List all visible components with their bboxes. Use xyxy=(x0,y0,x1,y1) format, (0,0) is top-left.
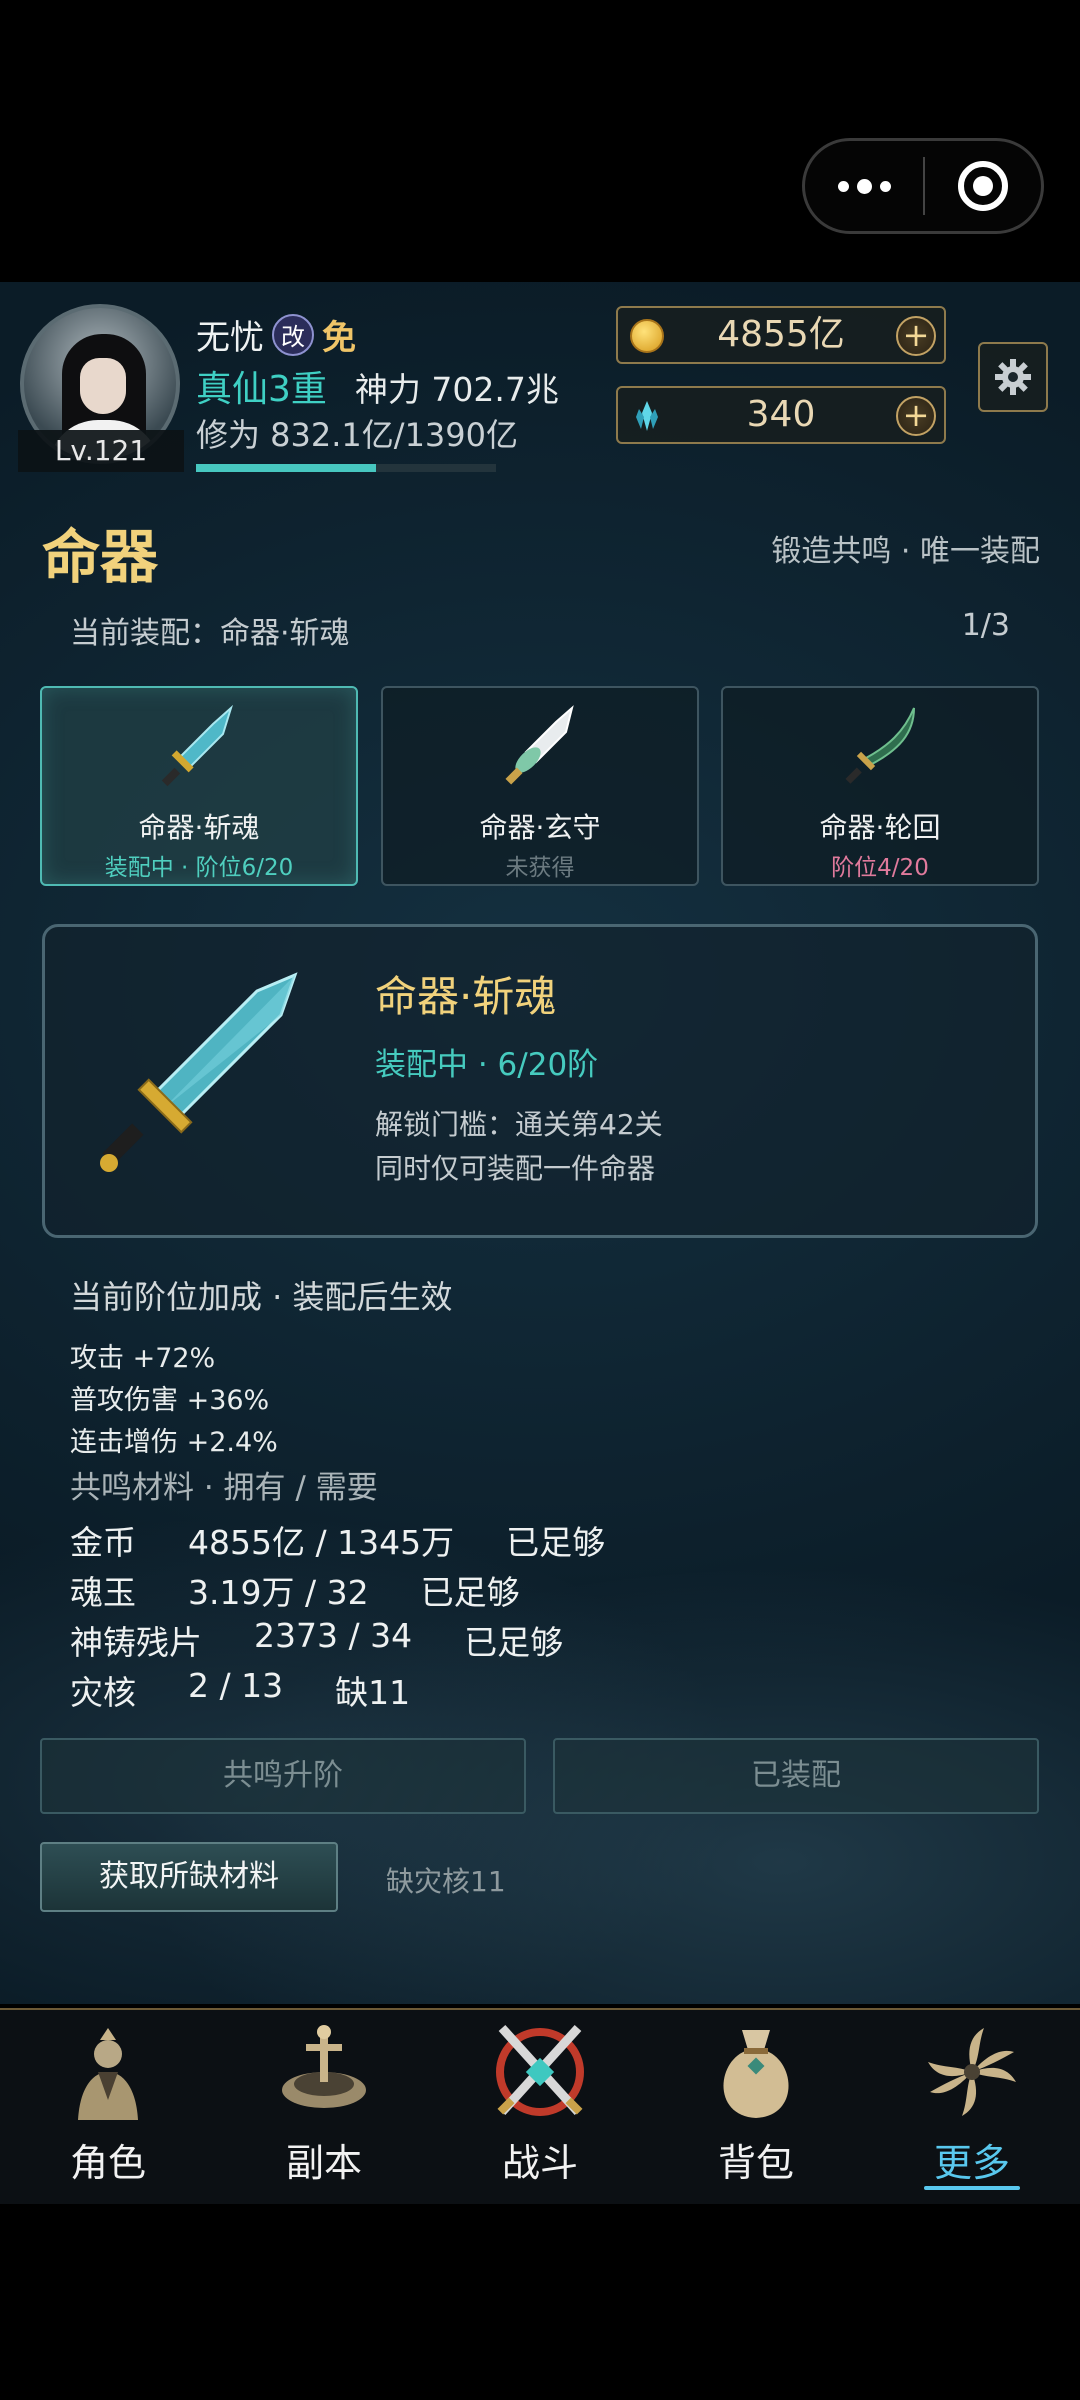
more-dots-icon[interactable] xyxy=(805,178,923,194)
gold-coin-icon xyxy=(630,319,664,353)
cultivation-label: 修为 832.1亿/1390亿 xyxy=(196,416,519,454)
material-name: 灾核 xyxy=(70,1673,136,1712)
weapon-card-zhanhun[interactable]: 命器·斩魂 装配中 · 阶位6/20 xyxy=(40,686,358,886)
weapon-card-lunhui[interactable]: 命器·轮回 阶位4/20 xyxy=(721,686,1039,886)
equipped-button[interactable]: 已装配 xyxy=(553,1738,1039,1814)
material-name: 金币 xyxy=(70,1523,136,1562)
nav-label: 更多 xyxy=(933,2141,1010,2185)
crystal-gem-icon xyxy=(636,401,658,431)
materials-heading: 共鸣材料 · 拥有 / 需要 xyxy=(70,1470,378,1506)
get-materials-button[interactable]: 获取所缺材料 xyxy=(40,1842,338,1912)
more-icon xyxy=(928,2028,1016,2116)
nav-label: 角色 xyxy=(69,2141,146,2185)
material-state: 已足够 xyxy=(506,1523,606,1562)
detail-weapon-name: 命器·斩魂 xyxy=(375,972,557,1021)
material-row: 神铸残片 2373 / 34 已足够 xyxy=(70,1616,563,1664)
detail-weapon-status: 装配中 · 6/20阶 xyxy=(375,1047,599,1083)
lacking-materials-label: 缺灾核11 xyxy=(386,1865,506,1898)
weapon-detail-panel: 命器·斩魂 装配中 · 6/20阶 解锁门槛：通关第42关 同时仅可装配一件命器 xyxy=(42,924,1038,1238)
player-name-row: 无忧 改 免 xyxy=(196,310,356,359)
dungeon-icon xyxy=(282,2025,366,2108)
nav-item-character[interactable]: 角色 xyxy=(0,2010,216,2206)
free-tag: 免 xyxy=(322,318,356,358)
material-state: 缺11 xyxy=(335,1673,411,1712)
curved-blade-icon xyxy=(845,707,915,784)
weapon-card-xuanshou[interactable]: 命器·玄守 未获得 xyxy=(381,686,699,886)
detail-unlock-requirement: 解锁门槛：通关第42关 xyxy=(375,1108,663,1141)
sword-icon xyxy=(161,704,234,787)
active-underline xyxy=(924,2186,1020,2190)
weapon-status: 装配中 · 阶位6/20 xyxy=(104,855,294,881)
material-qty: 4855亿 / 1345万 xyxy=(188,1523,455,1562)
material-qty: 2373 / 34 xyxy=(254,1616,413,1655)
material-state: 已足够 xyxy=(464,1623,564,1662)
weapon-name: 命器·斩魂 xyxy=(138,811,260,844)
bag-icon xyxy=(723,2030,789,2118)
material-name: 魂玉 xyxy=(70,1573,136,1612)
large-sword-icon xyxy=(100,972,298,1172)
nav-label: 副本 xyxy=(285,2141,362,2185)
weapon-status: 阶位4/20 xyxy=(831,855,929,881)
game-screen: Lv.121 无忧 改 免 真仙3重 神力 702.7兆 修为 832.1亿/1… xyxy=(0,282,1080,2004)
material-row: 金币 4855亿 / 1345万 已足够 xyxy=(70,1516,605,1564)
nav-label: 战斗 xyxy=(501,2141,578,2185)
nav-item-bag[interactable]: 背包 xyxy=(648,2010,864,2206)
add-gems-button[interactable]: + xyxy=(896,396,936,436)
current-equipped-label: 当前装配：命器·斩魂 xyxy=(70,616,350,651)
page-subtitle: 锻造共鸣 · 唯一装配 xyxy=(771,534,1040,569)
page-title: 命器 xyxy=(42,523,159,591)
realm-row: 真仙3重 神力 702.7兆 xyxy=(196,360,559,412)
material-qty: 3.19万 / 32 xyxy=(188,1573,369,1612)
material-row: 灾核 2 / 13 缺11 xyxy=(70,1666,410,1714)
level-label: Lv.121 xyxy=(18,430,184,472)
nav-item-battle[interactable]: 战斗 xyxy=(432,2010,648,2206)
gold-resource: 4855亿 + xyxy=(616,306,946,364)
bonus-line: 攻击 +72% xyxy=(70,1343,216,1374)
nav-item-more[interactable]: 更多 xyxy=(864,2010,1080,2206)
sword-icon xyxy=(505,705,574,785)
add-gold-button[interactable]: + xyxy=(896,316,936,356)
resonance-upgrade-button[interactable]: 共鸣升阶 xyxy=(40,1738,526,1814)
material-name: 神铸残片 xyxy=(70,1623,202,1662)
weapon-name: 命器·玄守 xyxy=(479,811,601,844)
player-name: 无忧 xyxy=(196,318,264,358)
weapon-status: 未获得 xyxy=(505,855,575,881)
material-row: 魂玉 3.19万 / 32 已足够 xyxy=(70,1566,520,1614)
character-icon xyxy=(78,2028,138,2120)
battle-icon xyxy=(496,2024,584,2116)
gem-value: 340 xyxy=(746,394,816,435)
material-state: 已足够 xyxy=(420,1573,520,1612)
power-label: 神力 702.7兆 xyxy=(354,370,559,409)
cultivation-progress-bar xyxy=(196,464,496,472)
weapon-name: 命器·轮回 xyxy=(819,811,941,844)
gold-value: 4855亿 xyxy=(717,314,845,355)
bonus-line: 普攻伤害 +36% xyxy=(70,1385,270,1416)
close-target-icon[interactable] xyxy=(925,161,1041,211)
bottom-nav: 角色 副本 战斗 背包 更多 xyxy=(0,2008,1080,2204)
miniprogram-capsule xyxy=(802,138,1044,234)
material-qty: 2 / 13 xyxy=(188,1666,284,1705)
nav-item-dungeon[interactable]: 副本 xyxy=(216,2010,432,2206)
bonus-heading: 当前阶位加成 · 装配后生效 xyxy=(70,1278,453,1316)
owned-count: 1/3 xyxy=(961,608,1010,643)
rename-badge-icon[interactable]: 改 xyxy=(272,313,314,356)
gem-resource: 340 + xyxy=(616,386,946,444)
detail-note: 同时仅可装配一件命器 xyxy=(375,1152,656,1185)
realm-label: 真仙3重 xyxy=(196,369,327,410)
settings-gear-icon[interactable] xyxy=(978,342,1048,412)
bonus-line: 连击增伤 +2.4% xyxy=(70,1427,278,1458)
nav-label: 背包 xyxy=(717,2141,794,2185)
